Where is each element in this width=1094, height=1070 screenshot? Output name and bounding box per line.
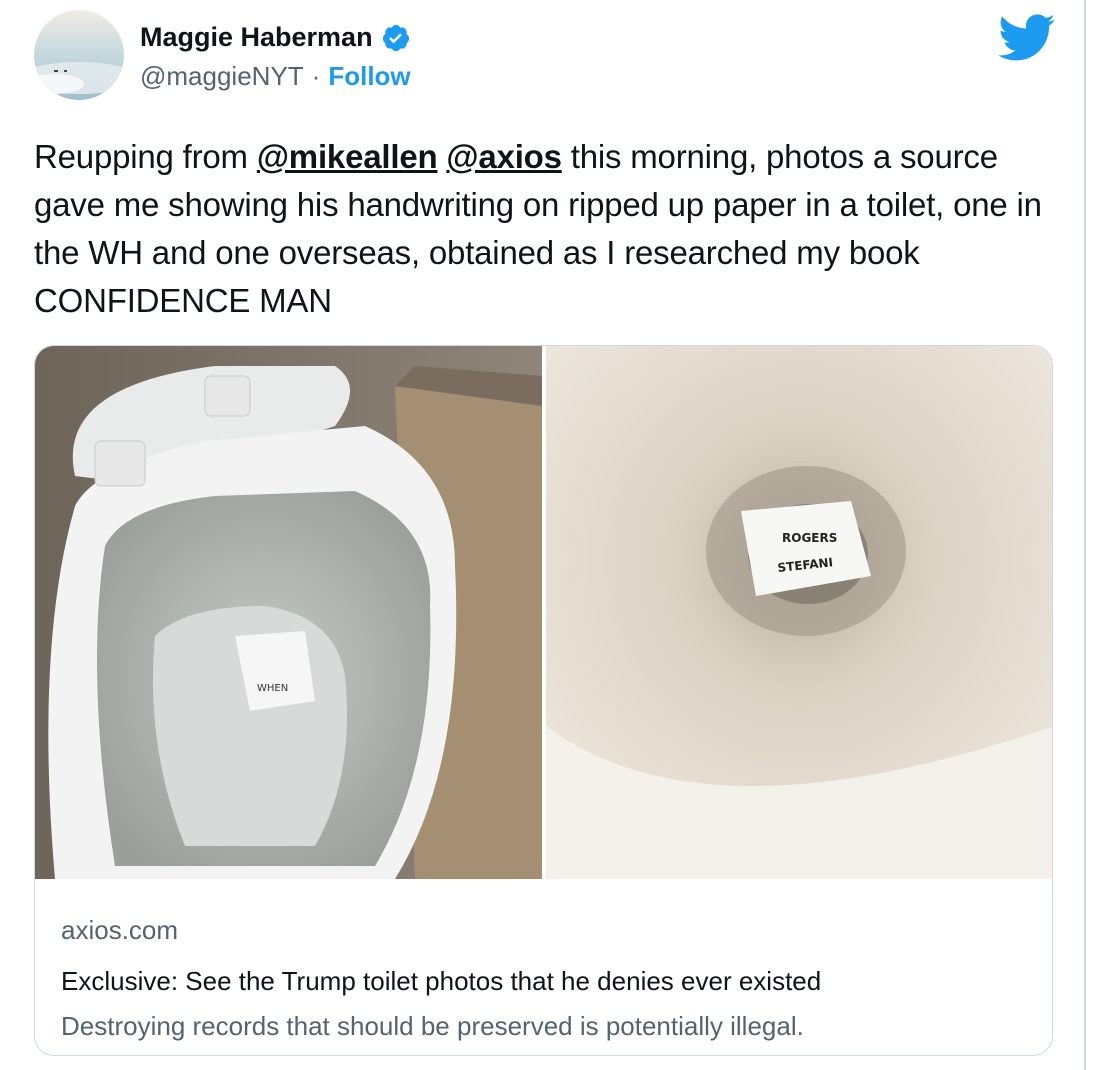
toilet-photo-left: WHEN (35, 346, 542, 879)
tweet-text: Reupping from @mikeallen @axios this mor… (34, 133, 1064, 325)
mention-axios[interactable]: @axios (446, 138, 562, 175)
mention-mikeallen[interactable]: @mikeallen (257, 138, 438, 175)
verified-badge-icon (382, 24, 409, 51)
follow-button[interactable]: Follow (328, 61, 410, 92)
separator-dot: · (311, 61, 321, 91)
photo-left-label: WHEN (257, 683, 288, 694)
toilet-photo-right: ROGERS STEFANI (546, 346, 1052, 879)
tweet-container: Maggie Haberman @maggieNYT · Follow Reup… (0, 0, 1086, 1070)
card-photos: WHEN ROGERS STEFANI (35, 346, 1052, 879)
link-card[interactable]: WHEN ROGERS STEFANI axios.com Exclusive:… (34, 345, 1053, 1056)
twitter-bird-icon[interactable] (998, 14, 1056, 62)
avatar[interactable] (34, 10, 124, 100)
author-name[interactable]: Maggie Haberman (140, 22, 373, 53)
photo-right-label-1: ROGERS (782, 531, 837, 545)
card-title: Exclusive: See the Trump toilet photos t… (61, 966, 822, 996)
card-domain: axios.com (61, 915, 179, 945)
tweet-text-before: Reupping from (34, 138, 257, 175)
card-info: axios.com Exclusive: See the Trump toile… (35, 881, 1052, 1042)
card-description: Destroying records that should be preser… (61, 1011, 804, 1041)
author-handle[interactable]: @maggieNYT (140, 61, 304, 92)
